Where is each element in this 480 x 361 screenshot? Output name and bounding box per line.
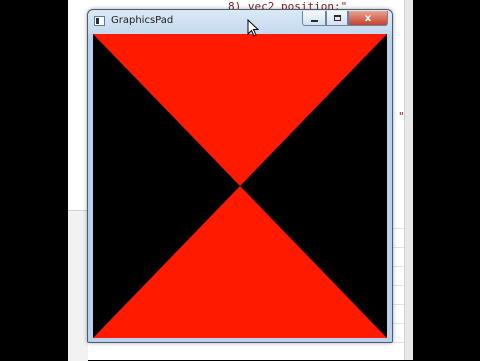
title-bar[interactable]: GraphicsPad x: [88, 10, 392, 34]
editor-side-panel: [68, 210, 88, 361]
app-icon[interactable]: [94, 16, 105, 26]
close-button[interactable]: x: [348, 11, 388, 26]
close-icon: x: [364, 12, 372, 24]
code-fragment: ": [398, 110, 405, 123]
render-canvas[interactable]: [93, 34, 387, 338]
maximize-button[interactable]: [326, 11, 348, 26]
minimize-button[interactable]: [302, 11, 326, 26]
mouse-cursor-icon: [247, 19, 259, 37]
editor-gutter: [68, 0, 88, 210]
opengl-viewport: [93, 34, 387, 338]
maximize-icon: [333, 15, 341, 21]
editor-scrollbar[interactable]: [404, 0, 413, 360]
window-title: GraphicsPad: [111, 15, 174, 26]
graphicspad-window[interactable]: GraphicsPad x: [87, 9, 393, 343]
minimize-icon: [310, 19, 318, 22]
